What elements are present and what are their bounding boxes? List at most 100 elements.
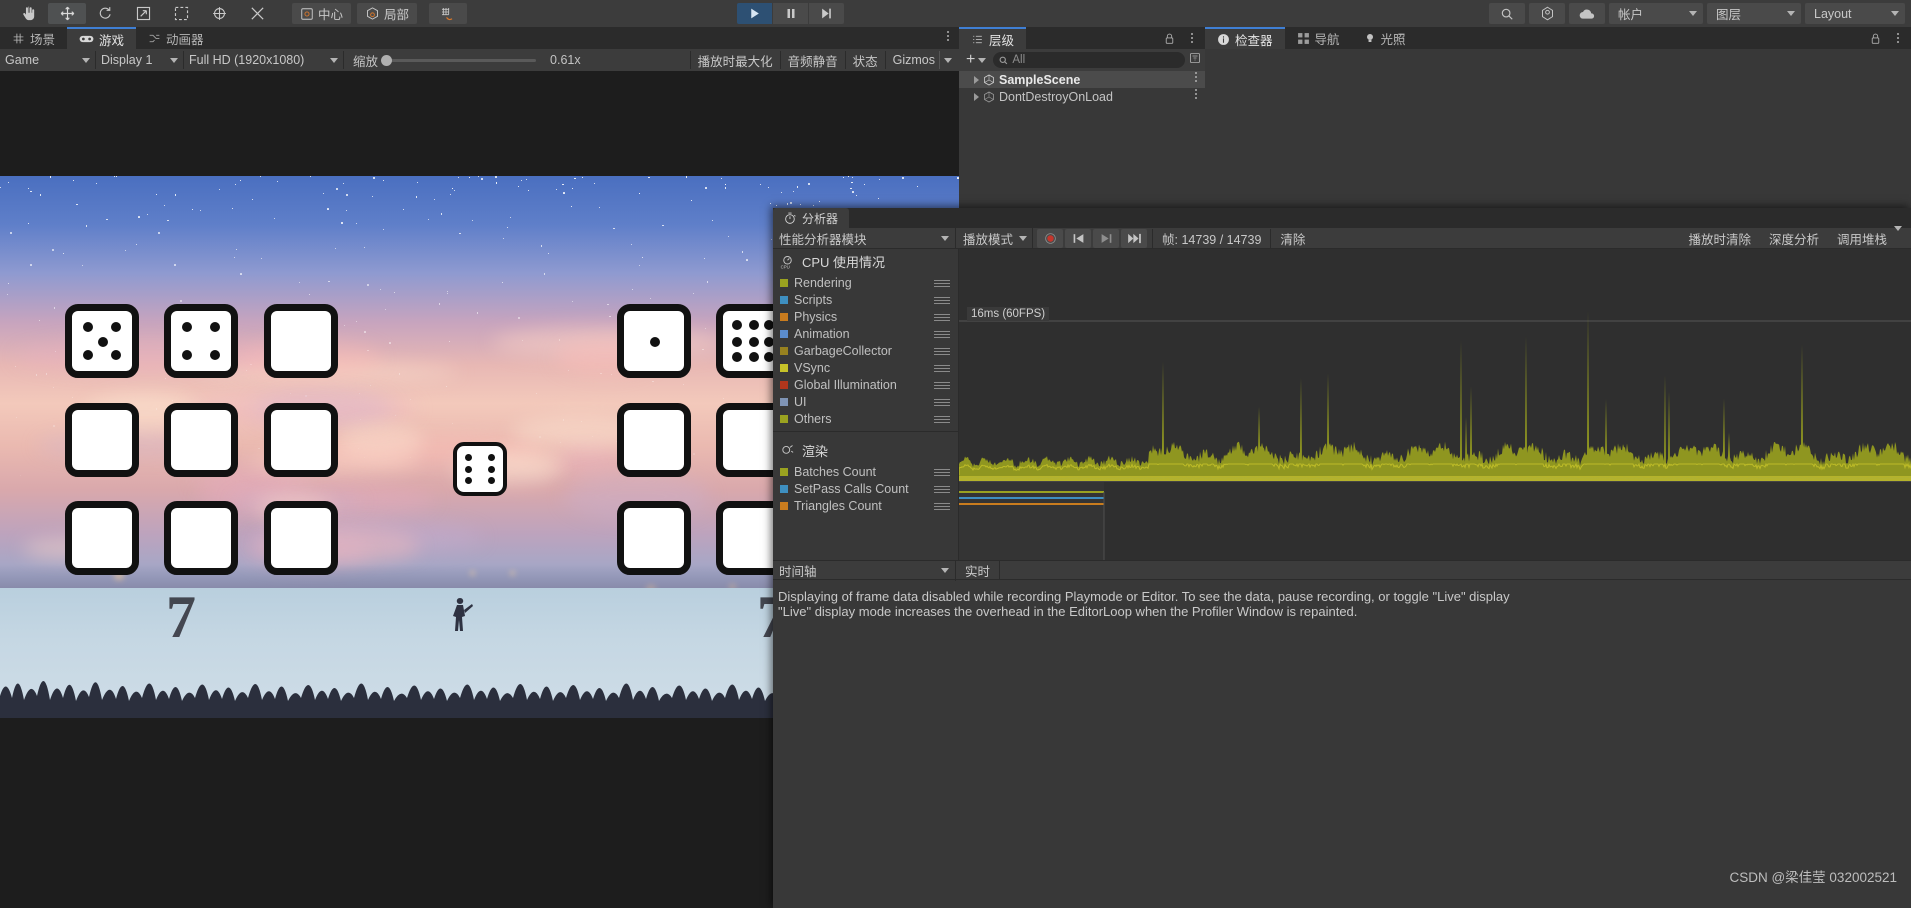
tab-lighting[interactable]: 光照 (1352, 27, 1418, 49)
tab-profiler[interactable]: 分析器 (773, 208, 849, 228)
floating-die[interactable] (453, 442, 507, 496)
maximize-on-play-button[interactable]: 播放时最大化 (690, 51, 780, 69)
move-tool-button[interactable] (48, 3, 86, 24)
mute-audio-button[interactable]: 音频静音 (780, 51, 845, 69)
custom-tool-button[interactable] (238, 3, 276, 24)
tab-game[interactable]: 游戏 (67, 27, 136, 49)
die-8[interactable] (164, 501, 238, 575)
clear-button[interactable]: 清除 (1270, 229, 1314, 248)
drag-handle-icon[interactable] (934, 365, 950, 374)
pivot-mode-button[interactable]: 中心 (292, 3, 351, 24)
cpu-module-item[interactable]: Animation (773, 325, 958, 342)
render-section-header[interactable]: 渲染 (773, 438, 958, 463)
die-9[interactable] (264, 501, 338, 575)
layers-dropdown[interactable]: 图层 (1707, 3, 1801, 24)
profiler-graph-pane[interactable]: 16ms (60FPS) (959, 249, 1911, 560)
step-button[interactable] (809, 3, 844, 24)
resolution-dropdown[interactable]: Full HD (1920x1080) (184, 51, 344, 69)
display-dropdown[interactable]: Display 1 (96, 51, 184, 69)
hierarchy-options-icon[interactable] (1191, 33, 1193, 43)
frame-first-button[interactable] (1065, 229, 1091, 248)
transform-tool-button[interactable] (200, 3, 238, 24)
tab-hierarchy[interactable]: 层级 (959, 27, 1026, 49)
drag-handle-icon[interactable] (934, 503, 950, 512)
timeline-dropdown[interactable]: 时间轴 (773, 560, 956, 581)
live-toggle[interactable]: 实时 (956, 561, 1000, 580)
gizmos-button[interactable]: Gizmos (885, 51, 939, 69)
render-module-item[interactable]: Triangles Count (773, 497, 958, 514)
call-stacks-button[interactable]: 调用堆栈 (1828, 229, 1891, 248)
stats-button[interactable]: 状态 (845, 51, 885, 69)
layout-dropdown[interactable]: Layout (1805, 3, 1905, 24)
tab-inspector[interactable]: 检查器 (1205, 27, 1285, 49)
rect-tool-button[interactable] (162, 3, 200, 24)
view-tab-options-icon[interactable] (947, 31, 949, 41)
drag-handle-icon[interactable] (934, 331, 950, 340)
die-4[interactable] (65, 403, 139, 477)
drag-handle-icon[interactable] (934, 314, 950, 323)
cpu-module-item[interactable]: UI (773, 393, 958, 410)
die-1[interactable] (65, 304, 139, 378)
search-icon[interactable] (1489, 3, 1525, 24)
space-mode-button[interactable]: 局部 (357, 3, 417, 24)
render-module-item[interactable]: SetPass Calls Count (773, 480, 958, 497)
frame-next-button[interactable] (1093, 229, 1119, 248)
cpu-module-item[interactable]: Physics (773, 308, 958, 325)
call-stacks-dropdown[interactable] (1891, 231, 1911, 245)
drag-handle-icon[interactable] (934, 348, 950, 357)
hierarchy-search-input[interactable]: All (993, 52, 1185, 68)
die-10[interactable] (617, 304, 691, 378)
inspector-lock-icon[interactable] (1870, 32, 1881, 50)
hierarchy-filter-icon[interactable] (1189, 51, 1201, 69)
drag-handle-icon[interactable] (934, 469, 950, 478)
drag-handle-icon[interactable] (934, 416, 950, 425)
zoom-slider[interactable] (386, 59, 536, 62)
die-12[interactable] (617, 403, 691, 477)
cpu-module-item[interactable]: Scripts (773, 291, 958, 308)
clear-on-play-button[interactable]: 播放时清除 (1679, 229, 1760, 248)
die-14[interactable] (617, 501, 691, 575)
gizmos-dropdown[interactable] (939, 51, 959, 69)
drag-handle-icon[interactable] (934, 382, 950, 391)
die-3[interactable] (264, 304, 338, 378)
cpu-module-item[interactable]: Global Illumination (773, 376, 958, 393)
tab-scene[interactable]: 场景 (0, 27, 67, 49)
drag-handle-icon[interactable] (934, 280, 950, 289)
render-module-item[interactable]: Batches Count (773, 463, 958, 480)
cpu-module-item[interactable]: Rendering (773, 274, 958, 291)
die-5[interactable] (164, 403, 238, 477)
die-7[interactable] (65, 501, 139, 575)
add-gameobject-button[interactable]: + (963, 52, 989, 68)
pause-button[interactable] (773, 3, 808, 24)
cpu-module-item[interactable]: VSync (773, 359, 958, 376)
hierarchy-row-dontdestroyonload[interactable]: DontDestroyOnLoad (959, 88, 1205, 105)
expand-arrow-icon[interactable] (974, 93, 979, 101)
hierarchy-lock-icon[interactable] (1164, 32, 1175, 50)
tab-animator[interactable]: 动画器 (136, 27, 216, 49)
hierarchy-row-options-icon[interactable] (1195, 72, 1197, 82)
game-mode-dropdown[interactable]: Game (0, 51, 96, 69)
account-dropdown[interactable]: 帐户 (1609, 3, 1703, 24)
drag-handle-icon[interactable] (934, 486, 950, 495)
rotate-tool-button[interactable] (86, 3, 124, 24)
cloud-icon[interactable] (1569, 3, 1605, 24)
deep-profile-button[interactable]: 深度分析 (1760, 229, 1828, 248)
cpu-module-item[interactable]: GarbageCollector (773, 342, 958, 359)
cpu-section-header[interactable]: CPU CPU 使用情况 (773, 249, 958, 274)
cpu-module-item[interactable]: Others (773, 410, 958, 427)
profiler-modules-dropdown[interactable]: 性能分析器模块 (773, 228, 956, 249)
drag-handle-icon[interactable] (934, 399, 950, 408)
tab-navigation[interactable]: 导航 (1285, 27, 1352, 49)
die-6[interactable] (264, 403, 338, 477)
scale-tool-button[interactable] (124, 3, 162, 24)
record-button[interactable] (1037, 229, 1063, 248)
hierarchy-row-samplescene[interactable]: SampleScene (959, 71, 1205, 88)
play-mode-dropdown[interactable]: 播放模式 (956, 228, 1033, 249)
frame-last-button[interactable] (1121, 229, 1147, 248)
expand-arrow-icon[interactable] (974, 76, 979, 84)
zoom-slider-group[interactable]: 缩放 0.61x (344, 51, 590, 70)
zoom-slider-handle[interactable] (381, 55, 392, 66)
grid-snap-button[interactable] (429, 3, 467, 24)
hand-tool-button[interactable] (10, 3, 48, 24)
collab-icon[interactable] (1529, 3, 1565, 24)
